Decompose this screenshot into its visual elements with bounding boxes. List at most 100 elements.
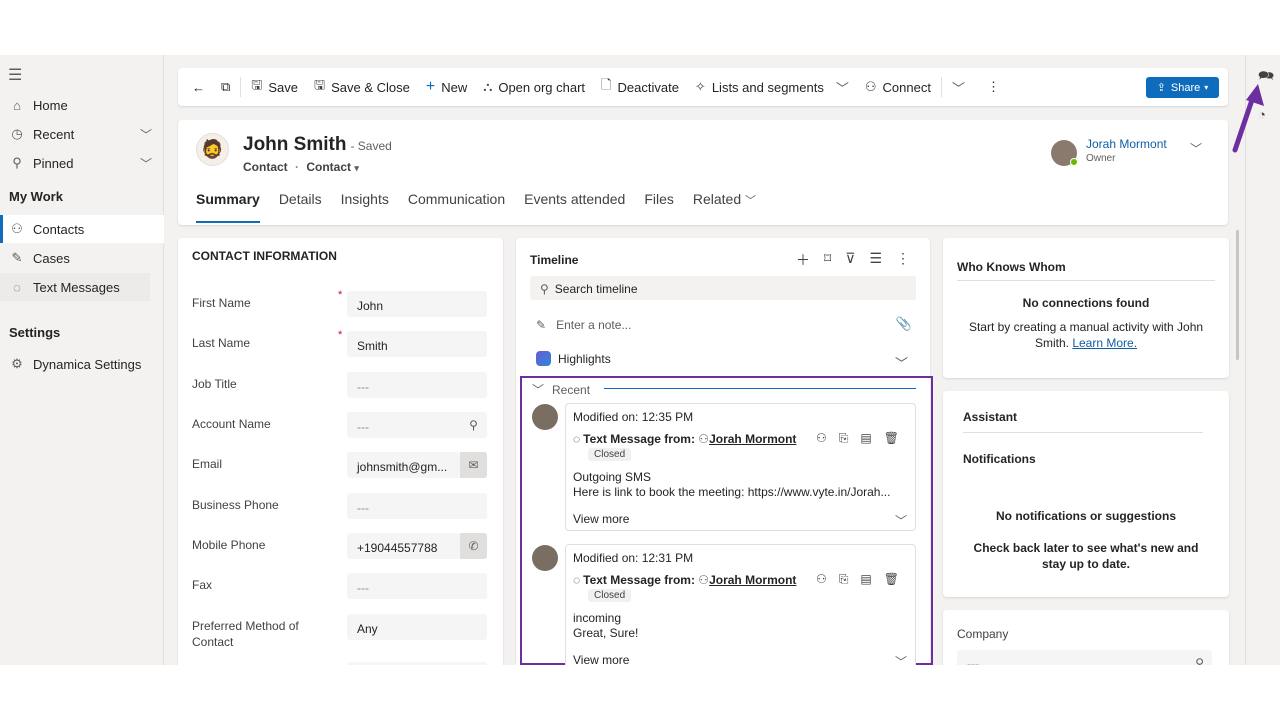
connect-button[interactable]: ⚇ Connect [857, 68, 939, 106]
org-chart-icon: ⛬ [483, 79, 493, 94]
open-org-chart-button[interactable]: ⛬ Open org chart [475, 68, 593, 106]
chevron-down-icon[interactable]: ﹀ [836, 78, 849, 97]
close-activity-icon[interactable]: ⎘ [839, 431, 849, 446]
tab-insights[interactable]: Insights [341, 191, 389, 221]
tab-communication[interactable]: Communication [408, 191, 505, 221]
activity-from-link[interactable]: Jorah Mormont [709, 432, 796, 446]
sidebar-item-pinned[interactable]: ⚲ Pinned ﹀ [0, 149, 164, 177]
save-button[interactable]: 🖫 Save [243, 68, 306, 106]
close-activity-icon[interactable]: ⎘ [839, 572, 849, 587]
activity-title-prefix: Text Message from: [583, 432, 695, 446]
timeline-activity[interactable]: Modified on: 12:31 PM ◌ Text Message from… [532, 544, 916, 665]
chevron-down-icon[interactable]: ﹀ [140, 155, 152, 172]
entity-breadcrumb: Contact · Contact ▾ [243, 160, 359, 174]
filter-icon[interactable]: ⊽ [845, 250, 855, 270]
contact-avatar: 🧔 [196, 133, 229, 166]
open-record-icon[interactable]: ▤ [860, 572, 871, 587]
job-title-input[interactable]: --- [347, 372, 487, 398]
last-name-input[interactable]: Smith [347, 331, 487, 357]
delete-icon[interactable]: 🗑 [884, 572, 899, 587]
search-icon[interactable]: ⚲ [1195, 656, 1204, 665]
activity-subject: incoming [573, 611, 622, 625]
assign-icon[interactable]: ⚇ [816, 572, 827, 587]
lists-segments-button[interactable]: ✧ Lists and segments ﹀ [687, 68, 857, 106]
sidebar-item-text-messages[interactable]: ◌ Text Messages [0, 273, 150, 301]
search-placeholder: Search timeline [554, 282, 638, 296]
company-label: Company [957, 627, 1009, 641]
chevron-down-icon[interactable]: ﹀ [895, 353, 908, 372]
field-label: Preferred Method of Contact [192, 619, 299, 649]
header-expand-chevron-icon[interactable]: ﹀ [1190, 140, 1202, 157]
tab-details[interactable]: Details [279, 191, 322, 221]
divider [940, 77, 942, 97]
owner-name-link[interactable]: Jorah Mormont [1086, 137, 1167, 151]
bookmark-icon[interactable]: ⌑ [824, 250, 831, 270]
mobile-phone-input[interactable]: +19044557788 [347, 533, 460, 559]
more-commands-button[interactable]: ⋮ [973, 68, 1008, 106]
empty-state-title: No notifications or suggestions [995, 509, 1176, 523]
gears-icon: ⚙ [11, 356, 23, 371]
sidebar-item-dynamica-settings[interactable]: ⚙ Dynamica Settings [0, 350, 164, 378]
first-name-input[interactable]: John [347, 291, 487, 317]
add-icon[interactable]: ＋ [796, 250, 810, 270]
more-dropdown-button[interactable]: ﹀ [944, 68, 973, 106]
note-input[interactable]: ✎ Enter a note... [536, 318, 631, 332]
sort-icon[interactable]: ☰ [869, 250, 882, 270]
open-new-window-button[interactable]: ⧉ [213, 68, 238, 106]
email-input[interactable]: johnsmith@gm... [347, 452, 460, 478]
status-badge: Closed [588, 589, 632, 602]
field-label: Fax [192, 578, 213, 592]
timeline-title: Timeline [530, 253, 579, 267]
form-selector[interactable]: Contact ▾ [306, 160, 359, 174]
tab-events-attended[interactable]: Events attended [524, 191, 625, 221]
fax-input[interactable]: --- [347, 573, 487, 599]
hamburger-menu-icon[interactable]: ☰ [8, 65, 22, 85]
new-button[interactable]: + New [418, 68, 475, 106]
required-marker: * [338, 289, 343, 301]
highlights-header[interactable]: Highlights [536, 351, 611, 366]
sidebar-item-label: Pinned [33, 155, 74, 171]
sidebar-item-contacts[interactable]: ⚇ Contacts [0, 215, 164, 243]
recent-group-header[interactable]: ﹀ Recent [532, 381, 590, 398]
sidebar-item-cases[interactable]: ✎ Cases [0, 244, 164, 272]
tab-related[interactable]: Related ﹀ [693, 191, 756, 221]
more-vertical-icon[interactable]: ⋮ [896, 250, 910, 270]
mail-icon[interactable]: ✉ [460, 452, 487, 478]
preferred-method-select[interactable]: Any [347, 614, 487, 640]
sidebar-item-recent[interactable]: ◷ Recent ﹀ [0, 120, 164, 148]
back-button[interactable]: ← [178, 68, 213, 106]
chevron-down-icon[interactable]: ﹀ [140, 126, 152, 143]
scrollbar[interactable] [1236, 230, 1239, 360]
phone-icon[interactable]: ✆ [460, 533, 487, 559]
timeline-activity[interactable]: Modified on: 12:35 PM ◌ Text Message from… [532, 403, 916, 531]
tab-files[interactable]: Files [644, 191, 674, 221]
annotation-arrow-icon [1232, 84, 1264, 153]
sidebar-item-label: Recent [33, 126, 75, 142]
company-lookup[interactable]: --- ⚲ [957, 650, 1212, 665]
deactivate-button[interactable]: 🗋 Deactivate [593, 68, 687, 106]
view-more-link[interactable]: View more [573, 512, 629, 526]
search-timeline-input[interactable]: ⚲ Search timeline [530, 276, 916, 300]
view-more-link[interactable]: View more [573, 653, 629, 665]
delete-icon[interactable]: 🗑 [884, 431, 899, 446]
assign-icon[interactable]: ⚇ [816, 431, 827, 446]
tab-related-label: Related [692, 191, 742, 207]
chevron-down-icon[interactable]: ﹀ [895, 653, 907, 665]
panel-title: Who Knows Whom [957, 260, 1066, 274]
section-title-settings: Settings [9, 325, 61, 340]
chevron-down-icon[interactable]: ﹀ [895, 512, 907, 529]
sidebar-item-home[interactable]: ⌂ Home [0, 91, 164, 119]
open-record-icon[interactable]: ▤ [860, 431, 871, 446]
pin-icon: ⚲ [12, 155, 22, 170]
activity-title-prefix: Text Message from: [583, 573, 695, 587]
activity-from-link[interactable]: Jorah Mormont [709, 573, 796, 587]
learn-more-link[interactable]: Learn More. [1072, 336, 1137, 350]
attachment-icon[interactable]: 📎 [896, 316, 912, 332]
search-icon[interactable]: ⚲ [460, 412, 487, 438]
save-close-button[interactable]: 🖫 Save & Close [306, 68, 418, 106]
tab-summary[interactable]: Summary [196, 191, 260, 223]
partial-input[interactable] [347, 662, 487, 665]
share-button[interactable]: ⇪ Share ▾ [1146, 77, 1219, 98]
assistant-panel: Assistant Notifications No notifications… [943, 391, 1229, 597]
business-phone-input[interactable]: --- [347, 493, 487, 519]
